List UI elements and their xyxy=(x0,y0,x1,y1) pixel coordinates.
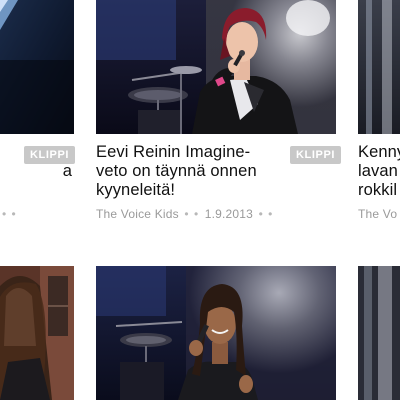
separator-dots: • • xyxy=(184,207,200,221)
clip-title-line: rokkil xyxy=(358,181,398,199)
program-name[interactable]: The Vo xyxy=(358,207,397,221)
clip-title-line: Eevi Reinin Imagine- xyxy=(96,143,251,161)
clip-thumbnail[interactable] xyxy=(358,0,400,134)
more-dots-icon: • • xyxy=(2,207,17,221)
clip-title[interactable]: Eevi Reinin Imagine- veto on täynnä onne… xyxy=(96,143,257,200)
publish-date: 1.9.2013 xyxy=(204,207,254,221)
video-still-image xyxy=(358,0,400,134)
clip-thumbnail[interactable] xyxy=(96,0,336,134)
clip-title-line: lavan xyxy=(358,162,398,180)
video-still-image xyxy=(96,266,336,400)
clip-title-line: kyyneleitä! xyxy=(96,181,176,199)
clip-meta: • • xyxy=(0,207,17,221)
clip-thumbnail[interactable] xyxy=(0,266,74,400)
clip-thumbnail[interactable] xyxy=(96,266,336,400)
video-still-image xyxy=(0,266,74,400)
clip-meta: The Vo xyxy=(358,207,400,221)
program-name[interactable]: The Voice Kids xyxy=(96,207,179,221)
clip-title[interactable]: Kenny lavan rokkil xyxy=(358,143,400,200)
clip-thumbnail[interactable] xyxy=(358,266,400,400)
video-still-image xyxy=(96,0,336,134)
clip-title-line: veto on täynnä onnen xyxy=(96,162,257,180)
more-dots-icon: • • xyxy=(258,207,274,221)
clip-title-line: Kenny xyxy=(358,143,400,161)
clip-thumbnail[interactable] xyxy=(0,0,74,134)
clip-badge: KLIPPI xyxy=(24,146,76,164)
clip-badge: KLIPPI xyxy=(290,146,342,164)
clip-meta: The Voice Kids • • 1.9.2013 • • xyxy=(96,207,273,221)
video-clip-grid: o: a KLIPPI • • xyxy=(0,0,400,400)
clip-title-line: a xyxy=(62,162,72,180)
video-still-image xyxy=(0,0,74,134)
video-still-image xyxy=(358,266,400,400)
